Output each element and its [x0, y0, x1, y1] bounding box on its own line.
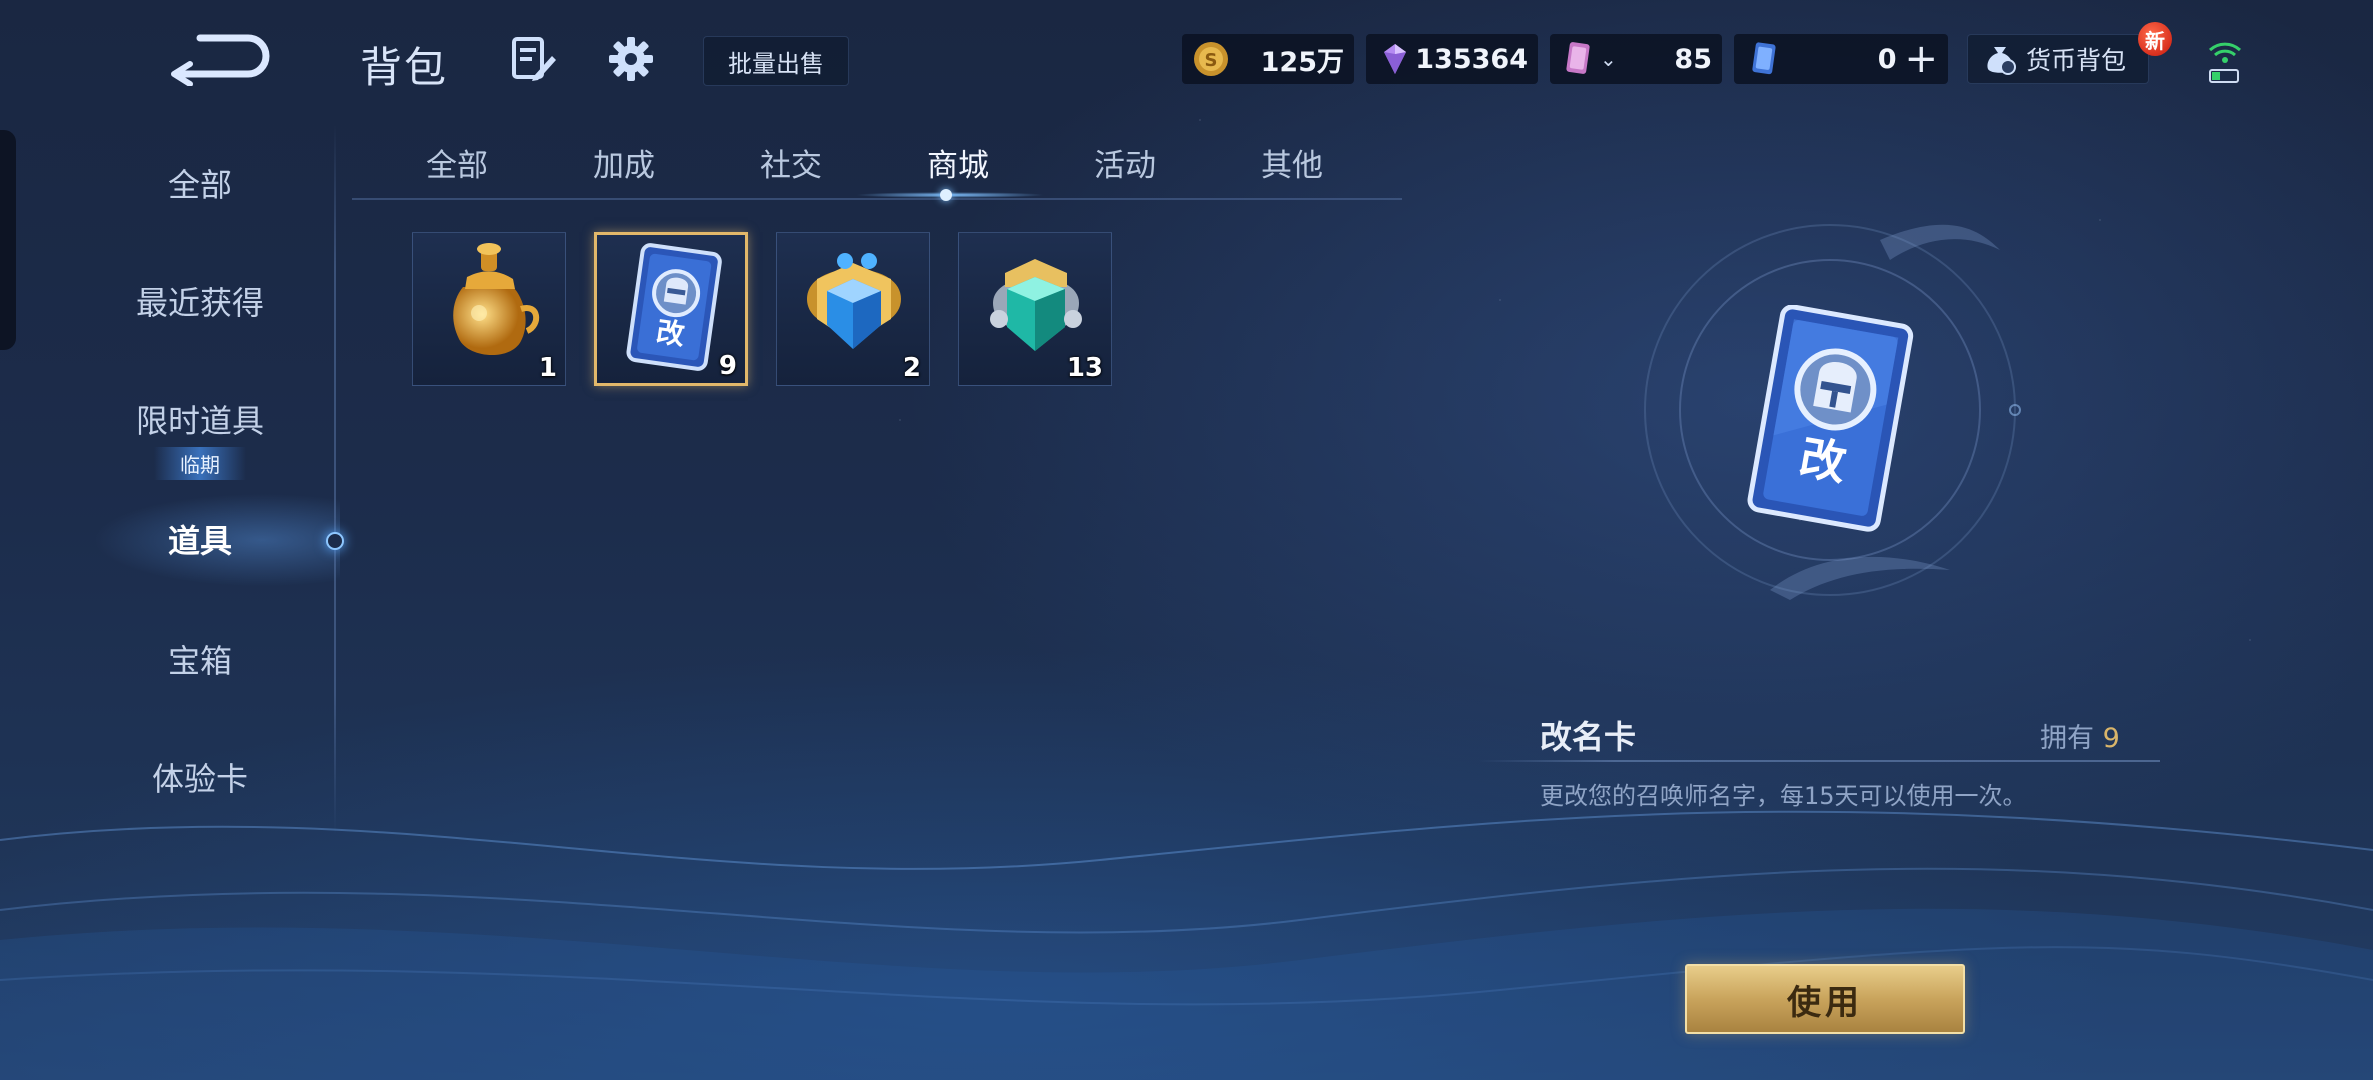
item-quantity: 9	[718, 351, 737, 381]
expiring-tag: 临期	[154, 447, 246, 480]
gold-currency: S 125万	[1182, 34, 1354, 84]
blue-card-icon	[1752, 42, 1776, 75]
background-waves	[0, 810, 2373, 1080]
diamond-value: 135364	[1415, 43, 1528, 75]
item-quantity: 1	[538, 353, 557, 383]
golden-potion-icon	[453, 243, 539, 356]
chevron-down-icon[interactable]: ⌄	[1600, 47, 1617, 71]
gear-icon[interactable]	[606, 34, 656, 84]
hero-card-icon	[1566, 42, 1590, 74]
diamond-icon	[1384, 44, 1406, 74]
edit-icon[interactable]	[508, 34, 558, 84]
currency-wallet-button[interactable]: 货币背包	[1967, 34, 2149, 84]
item-quantity: 2	[902, 353, 921, 383]
inventory-slot[interactable]: 1	[412, 232, 566, 386]
owned-number: 9	[2102, 723, 2120, 754]
category-tabs: 全部 加成 社交 商城 活动 其他	[352, 140, 1402, 200]
sidebar-item-limited-label: 限时道具	[135, 402, 264, 440]
money-bag-icon	[1987, 47, 2016, 75]
sidebar-item-trial-cards[interactable]: 体验卡	[60, 754, 340, 800]
diamond-currency: 135364	[1366, 34, 1538, 84]
back-button[interactable]	[160, 26, 270, 87]
tab-social[interactable]: 社交	[726, 140, 856, 185]
gold-coin-icon: S	[1194, 42, 1228, 76]
inventory-slot-selected[interactable]: 改 9	[594, 232, 748, 386]
blue-gem-icon	[807, 253, 901, 349]
sidebar-item-chests[interactable]: 宝箱	[60, 636, 340, 682]
tab-boost[interactable]: 加成	[559, 140, 689, 185]
item-description: 更改您的召唤师名字，每15天可以使用一次。	[1540, 782, 2027, 810]
item-name: 改名卡	[1540, 718, 1637, 756]
tab-events[interactable]: 活动	[1060, 140, 1190, 185]
owned-count: 拥有 9	[2040, 716, 2120, 755]
wallet-label: 货币背包	[2026, 46, 2127, 75]
sidebar-item-limited[interactable]: 限时道具 临期	[60, 396, 340, 480]
inventory-slot[interactable]: 2	[776, 232, 930, 386]
tab-active-dot	[940, 189, 952, 201]
nav-active-indicator	[326, 532, 344, 550]
svg-text:改: 改	[654, 315, 686, 352]
sidebar-item-recent[interactable]: 最近获得	[60, 278, 340, 324]
detail-divider	[1478, 760, 2160, 762]
sidebar-divider	[334, 125, 336, 835]
add-currency-button[interactable]: +	[1904, 39, 1938, 79]
new-badge: 新	[2138, 22, 2172, 56]
blue-card-value: 0	[1877, 43, 1897, 75]
wifi-battery-icon	[2208, 42, 2242, 83]
hero-card-value: 85	[1674, 43, 1712, 75]
hero-card-currency: ⌄ 85	[1550, 34, 1722, 84]
page-title: 背包	[360, 43, 449, 92]
bulk-sell-button[interactable]: 批量出售	[703, 36, 849, 86]
owned-label: 拥有	[2040, 723, 2094, 754]
sidebar-item-all[interactable]: 全部	[60, 160, 340, 206]
rename-card-preview-icon: 改	[1747, 305, 1914, 532]
back-arrow-icon	[171, 34, 270, 87]
tab-shop[interactable]: 商城	[893, 140, 1023, 185]
item-quantity: 13	[1066, 353, 1103, 383]
inventory-slot[interactable]: 13	[958, 232, 1112, 386]
blue-card-currency: 0 +	[1734, 34, 1948, 84]
gold-value: 125万	[1260, 46, 1344, 78]
use-button[interactable]: 使用	[1685, 964, 1965, 1034]
sidebar-item-items[interactable]: 道具	[60, 516, 340, 562]
edge-handle	[0, 130, 16, 350]
svg-text:改: 改	[1796, 430, 1851, 491]
tab-all[interactable]: 全部	[392, 140, 522, 185]
tab-other[interactable]: 其他	[1227, 140, 1357, 185]
svg-text:S: S	[1205, 50, 1218, 71]
